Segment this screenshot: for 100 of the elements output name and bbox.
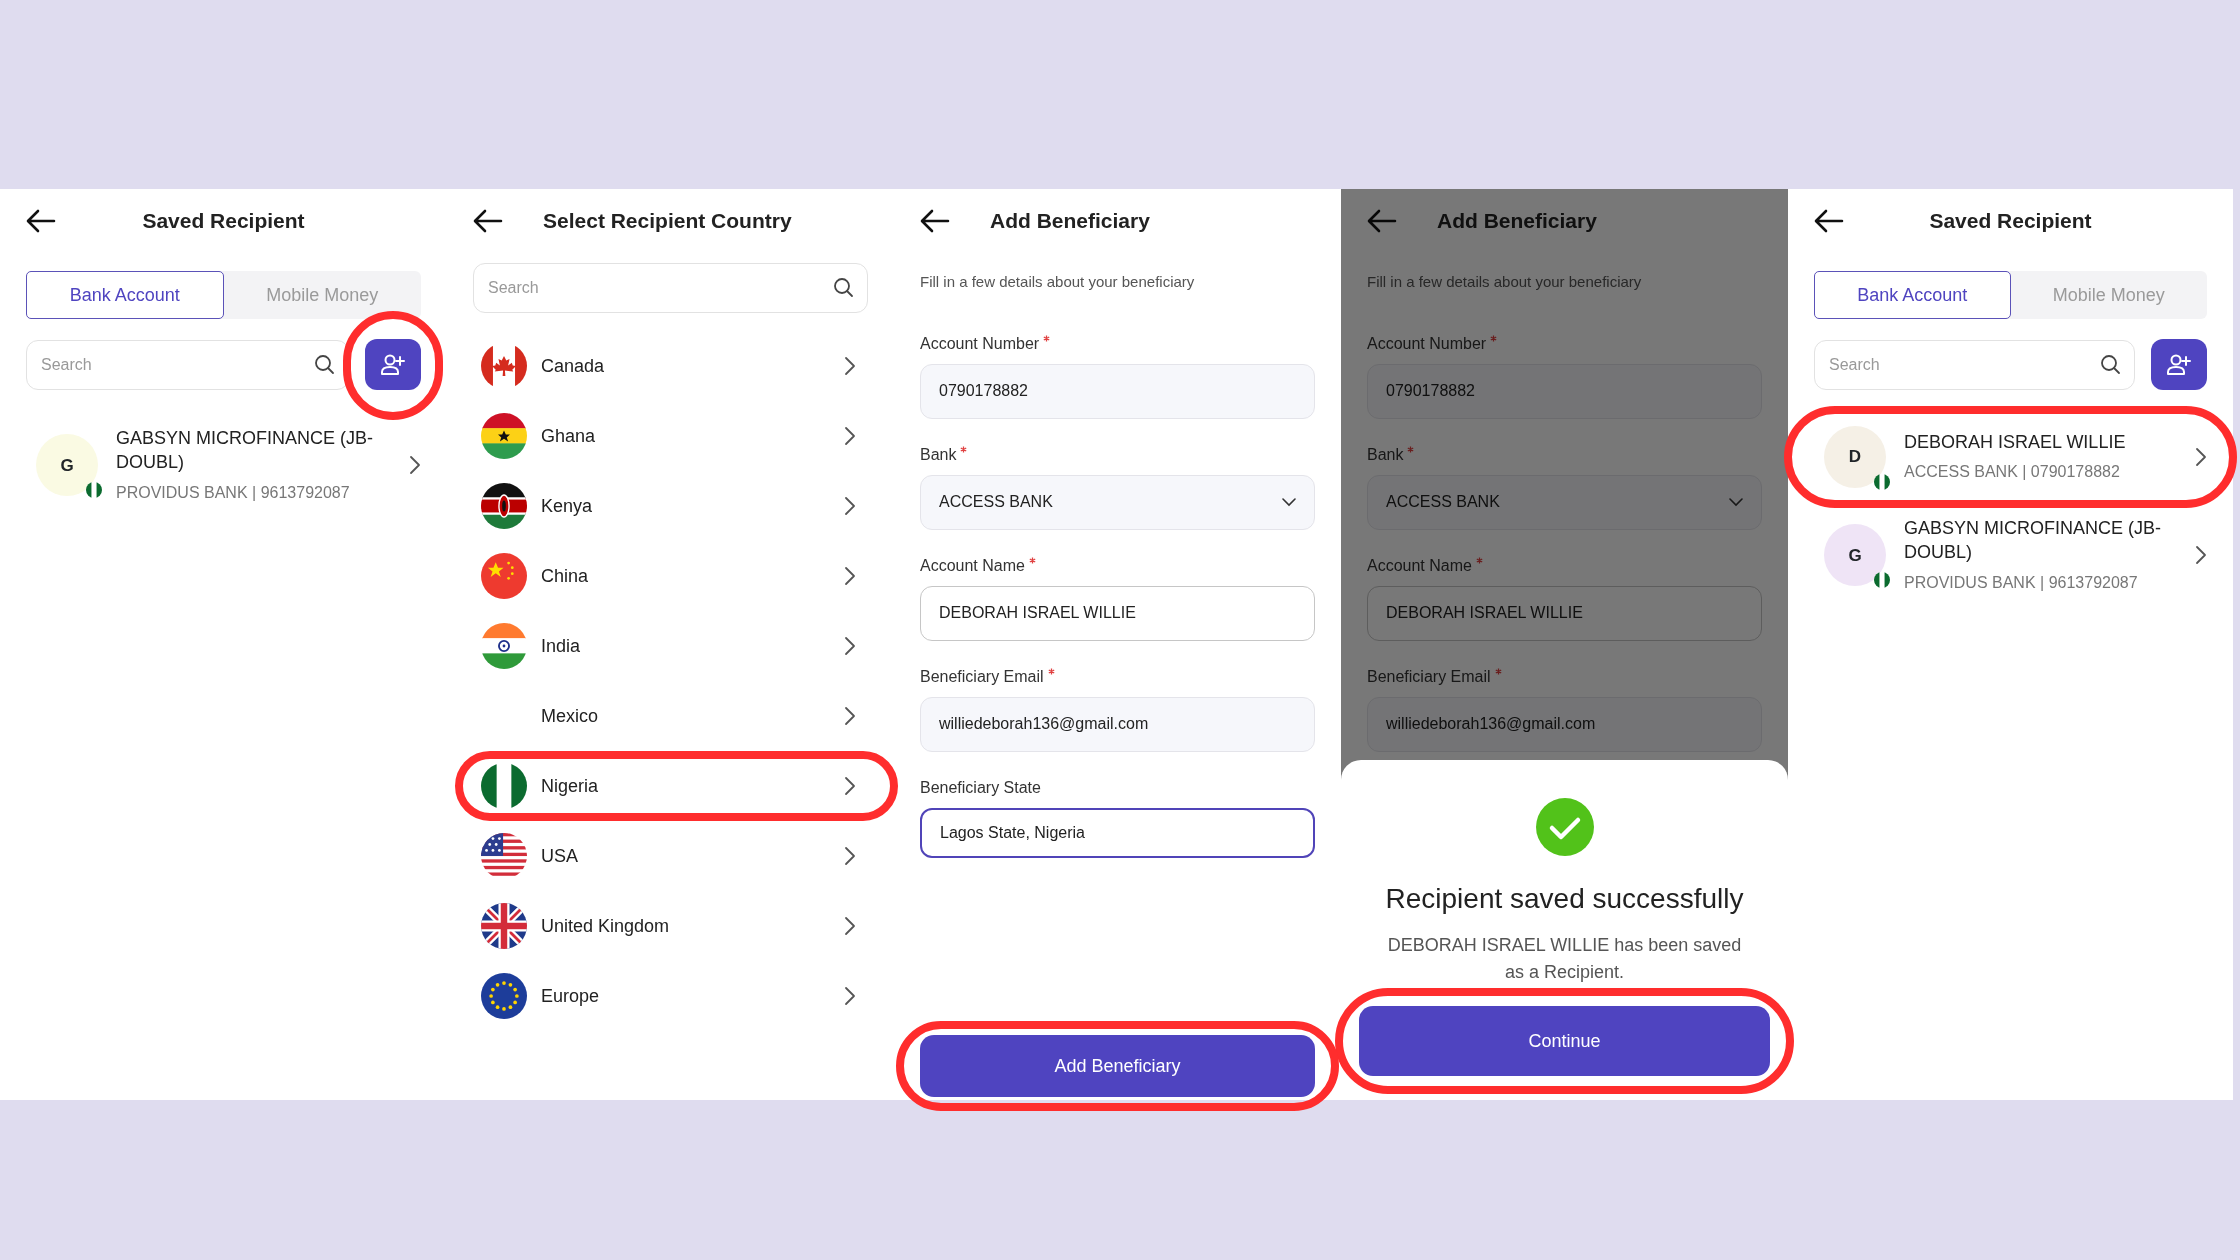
back-arrow-icon[interactable] bbox=[473, 209, 503, 233]
avatar-initial: G bbox=[1848, 544, 1862, 567]
flag-icon bbox=[481, 483, 527, 529]
form-subtitle: Fill in a few details about your beneficiary bbox=[920, 272, 1196, 292]
continue-button[interactable]: Continue bbox=[1359, 1006, 1770, 1076]
flag-icon bbox=[481, 763, 527, 809]
recipient-item[interactable]: G GABSYN MICROFINANCE (JB-DOUBL) PROVIDUS BANK | 9613792087 bbox=[26, 412, 421, 519]
screen-title: Select Recipient Country bbox=[543, 208, 792, 235]
chevron-icon bbox=[844, 636, 856, 656]
add-recipient-button[interactable] bbox=[2151, 339, 2207, 390]
flag-icon bbox=[481, 973, 527, 1019]
required-icon bbox=[1494, 667, 1502, 675]
field-label: Account Name bbox=[1367, 555, 1472, 576]
country-item[interactable]: United Kingdom bbox=[473, 891, 868, 961]
recipient-item[interactable]: G GABSYN MICROFINANCE (JB-DOUBL) PROVIDUS BANK | 9613792087 bbox=[1814, 502, 2207, 609]
field-label: Bank bbox=[920, 444, 957, 465]
dialog-message: DEBORAH ISRAEL WILLIE has been saved as a Recipient. bbox=[1386, 934, 1743, 984]
back-arrow-icon[interactable] bbox=[920, 209, 950, 233]
field-label: Beneficiary Email bbox=[1367, 666, 1491, 687]
country-item[interactable]: Canada bbox=[473, 331, 868, 401]
chevron-icon bbox=[844, 496, 856, 516]
input-field[interactable]: 0790178882 bbox=[920, 363, 1315, 419]
required-icon bbox=[1490, 334, 1498, 342]
required-icon bbox=[1028, 556, 1036, 564]
flag-icon bbox=[481, 553, 527, 599]
flag-icon bbox=[1874, 572, 1890, 589]
tab[interactable]: Bank Account bbox=[1814, 271, 2011, 319]
search-icon bbox=[314, 353, 335, 375]
search-field[interactable]: Search bbox=[1814, 339, 2135, 390]
field-label: Account Number bbox=[1367, 333, 1487, 354]
screen-title: Add Beneficiary bbox=[990, 208, 1150, 235]
dropdown-field[interactable]: ACCESS BANK bbox=[920, 474, 1315, 530]
input-field[interactable]: DEBORAH ISRAEL WILLIE bbox=[920, 585, 1315, 641]
recipient-name: GABSYN MICROFINANCE (JB-DOUBL) bbox=[1904, 517, 2163, 565]
flag-icon bbox=[1874, 474, 1890, 490]
flag-icon bbox=[481, 413, 527, 459]
country-item[interactable]: India bbox=[473, 611, 868, 681]
country-item[interactable]: USA bbox=[473, 821, 868, 891]
chevron-icon bbox=[844, 916, 856, 936]
country-item[interactable]: China bbox=[473, 541, 868, 611]
field-label: Account Name bbox=[920, 555, 1025, 576]
person-add-icon bbox=[381, 353, 405, 376]
flag-icon bbox=[481, 833, 527, 879]
input-field[interactable]: Lagos State, Nigeria bbox=[920, 807, 1315, 858]
chevron-icon bbox=[2195, 545, 2207, 566]
add-beneficiary-button[interactable]: Add Beneficiary bbox=[920, 1035, 1315, 1097]
person-add-icon bbox=[2167, 353, 2191, 376]
search-icon bbox=[833, 277, 854, 298]
chevron-icon bbox=[844, 846, 856, 866]
chevron-icon bbox=[844, 776, 856, 796]
caret-icon bbox=[1282, 497, 1296, 507]
search-field[interactable]: Search bbox=[473, 263, 868, 313]
input-field[interactable]: williedeborah136@gmail.com bbox=[1367, 696, 1762, 752]
caret-icon bbox=[1729, 497, 1743, 507]
form-subtitle: Fill in a few details about your beneficiary bbox=[1367, 272, 1643, 292]
required-icon bbox=[1047, 667, 1055, 675]
required-icon bbox=[1475, 556, 1483, 564]
avatar-initial: G bbox=[60, 454, 74, 477]
dropdown-field[interactable]: ACCESS BANK bbox=[1367, 474, 1762, 530]
input-field[interactable]: DEBORAH ISRAEL WILLIE bbox=[1367, 585, 1762, 641]
search-icon bbox=[2100, 353, 2121, 375]
field-label: Account Number bbox=[920, 333, 1040, 354]
country-item[interactable]: Ghana bbox=[473, 401, 868, 471]
screen-title: Saved Recipient bbox=[1928, 208, 2093, 235]
recipient-item[interactable]: D DEBORAH ISRAEL WILLIE ACCESS BANK | 0790178882 bbox=[1814, 412, 2207, 502]
add-recipient-button[interactable] bbox=[365, 339, 421, 390]
screen-title: Add Beneficiary bbox=[1437, 208, 1597, 235]
recipient-details: PROVIDUS BANK | 9613792087 bbox=[116, 482, 351, 503]
input-field[interactable]: williedeborah136@gmail.com bbox=[920, 696, 1315, 752]
required-icon bbox=[960, 445, 968, 453]
avatar-initial: D bbox=[1848, 446, 1862, 469]
chevron-icon bbox=[844, 356, 856, 376]
chevron-icon bbox=[844, 706, 856, 726]
dialog-title: Recipient saved successfully bbox=[1385, 882, 1744, 916]
recipient-details: ACCESS BANK | 0790178882 bbox=[1904, 462, 2121, 483]
country-item[interactable]: Europe bbox=[473, 961, 868, 1031]
field-label: Bank bbox=[1367, 444, 1404, 465]
recipient-name: DEBORAH ISRAEL WILLIE bbox=[1904, 430, 2126, 454]
required-icon bbox=[1043, 334, 1051, 342]
input-field[interactable]: 0790178882 bbox=[1367, 363, 1762, 419]
country-item[interactable]: Kenya bbox=[473, 471, 868, 541]
chevron-icon bbox=[844, 566, 856, 586]
tab[interactable]: Bank Account bbox=[26, 271, 224, 319]
flag-icon bbox=[481, 903, 527, 949]
back-arrow-icon[interactable] bbox=[26, 209, 56, 233]
check-icon bbox=[1535, 798, 1594, 856]
recipient-details: PROVIDUS BANK | 9613792087 bbox=[1904, 572, 2139, 593]
country-item[interactable]: Mexico bbox=[473, 681, 868, 751]
chevron-icon bbox=[844, 986, 856, 1006]
field-label: Beneficiary Email bbox=[920, 666, 1044, 687]
required-icon bbox=[1407, 445, 1415, 453]
chevron-icon bbox=[2195, 447, 2207, 467]
flag-icon bbox=[86, 482, 102, 499]
chevron-icon bbox=[844, 426, 856, 446]
back-arrow-icon[interactable] bbox=[1814, 209, 1844, 233]
country-item[interactable]: Nigeria bbox=[473, 751, 868, 821]
recipient-name: GABSYN MICROFINANCE (JB-DOUBL) bbox=[116, 427, 375, 475]
chevron-icon bbox=[409, 455, 421, 476]
screen-title: Saved Recipient bbox=[141, 208, 306, 235]
field-label: Beneficiary State bbox=[920, 777, 1041, 798]
